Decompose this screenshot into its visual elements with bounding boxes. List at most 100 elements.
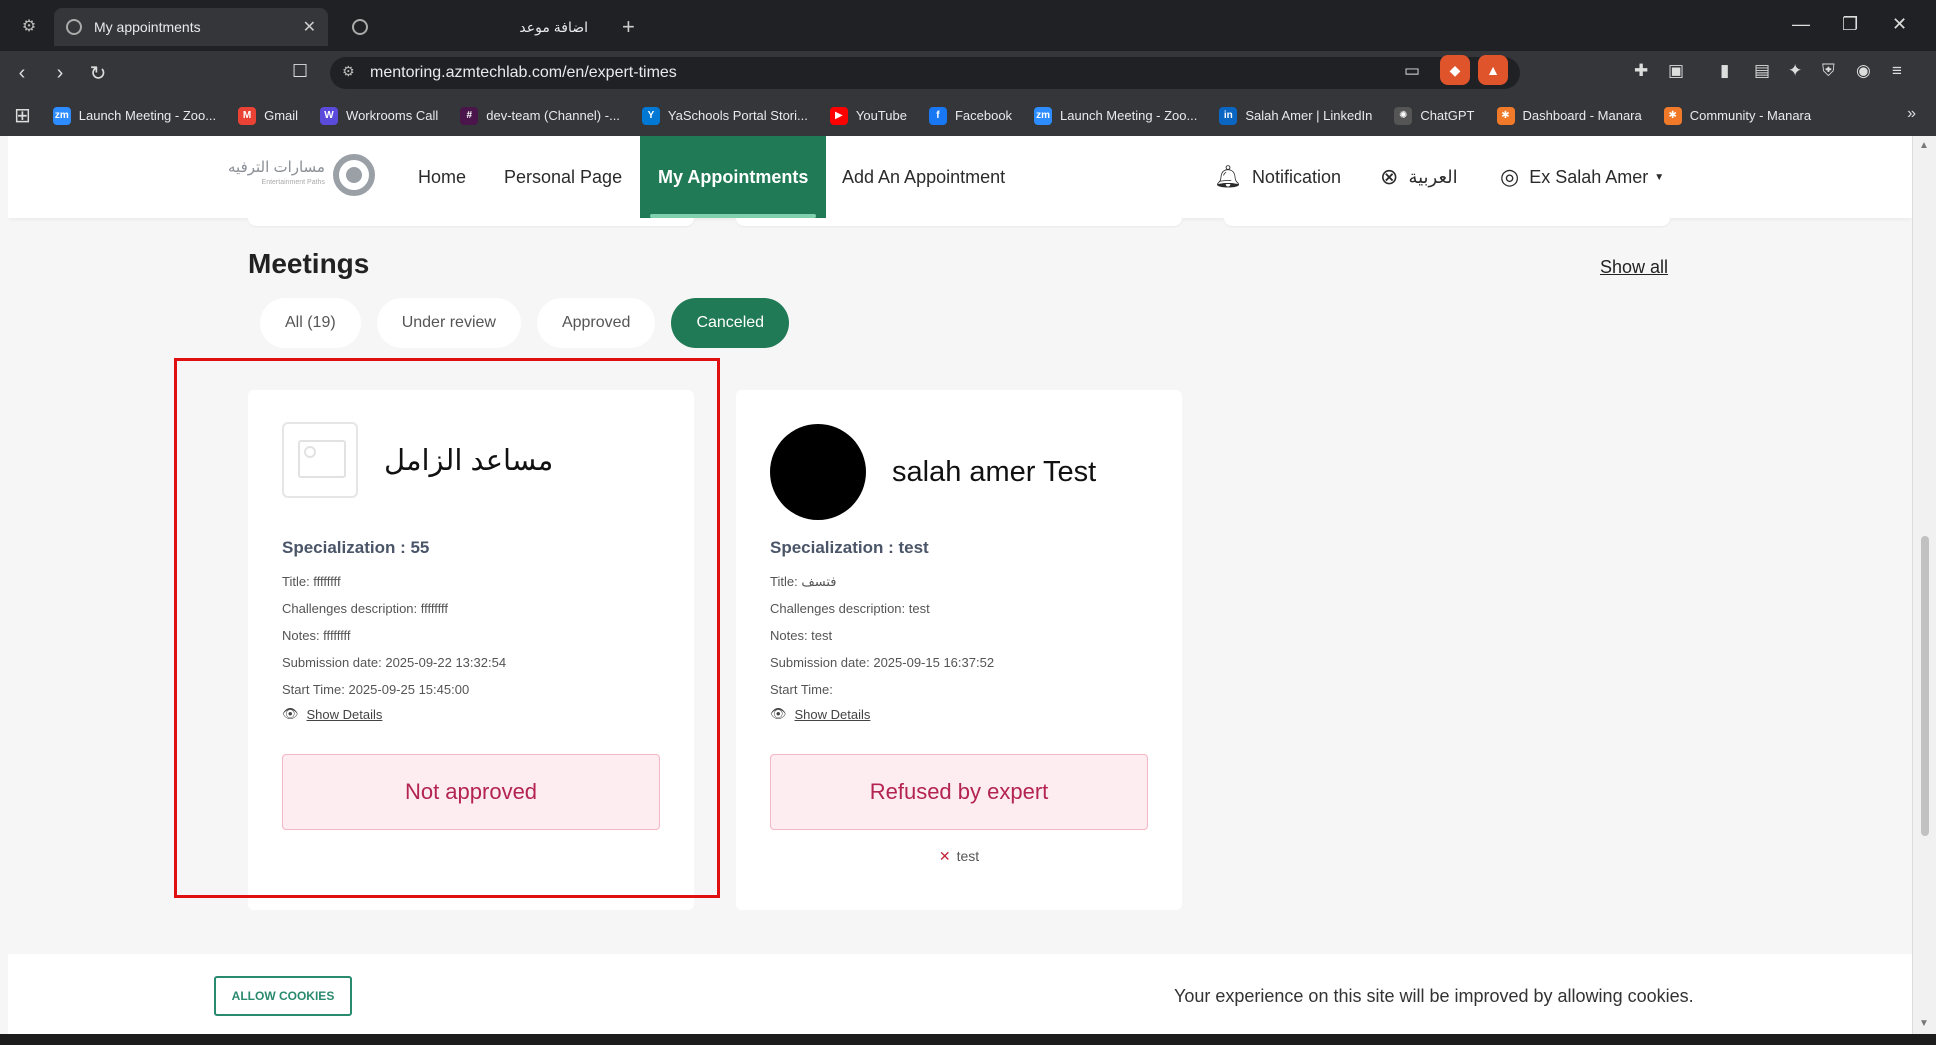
cookie-banner: ALLOW COOKIES Your experience on this si… (8, 954, 1912, 1034)
browser-chrome: ⚙ My appointments ✕ اضافة موعد + — ❐ ✕ ‹… (0, 0, 1936, 136)
translate-icon: ⊗ (1380, 164, 1399, 189)
meeting-card: salah amer Test Specialization : test Ti… (736, 390, 1182, 910)
close-tab-icon[interactable]: ✕ (303, 17, 316, 37)
page-content: مسارات الترفيه Entertainment Paths Home … (8, 136, 1912, 1034)
logo-subtext: Entertainment Paths (261, 179, 325, 186)
scrollbar-thumb[interactable] (1921, 536, 1929, 836)
nav-personal-page[interactable]: Personal Page (504, 136, 622, 218)
show-details-link[interactable]: 👁︎ Show Details (770, 706, 870, 722)
leo-ai-icon[interactable]: ✦ (1788, 61, 1802, 81)
nav-add-appointment[interactable]: Add An Appointment (842, 136, 1005, 218)
challenges-description: Challenges description: test (770, 601, 930, 616)
expert-name: مساعد الزامل (384, 444, 554, 477)
wallet-icon[interactable]: ▤ (1754, 61, 1770, 81)
more-bookmarks-icon[interactable]: » (1907, 105, 1916, 123)
status-badge: Not approved (282, 754, 660, 830)
challenges-description: Challenges description: ffffffff (282, 601, 448, 616)
nav-home[interactable]: Home (418, 136, 466, 218)
scroll-up-icon[interactable]: ▲ (1919, 140, 1929, 151)
bookmark-favicon-icon: Y (641, 106, 660, 125)
bookmark-item[interactable]: ▶ YouTube (829, 106, 907, 125)
expert-name: salah amer Test (892, 455, 1097, 488)
brave-rewards-icon[interactable]: ▲ (1478, 55, 1508, 85)
bookmark-label: Gmail (264, 108, 299, 123)
site-favicon-icon (352, 19, 368, 35)
new-tab-icon[interactable]: + (622, 14, 635, 40)
bookmark-label: Dashboard - Manara (1522, 108, 1642, 123)
user-name: Ex Salah Amer (1529, 166, 1649, 187)
caret-down-icon: ▼ (1654, 171, 1665, 183)
meeting-card: مساعد الزامل Specialization : 55 Title: … (248, 390, 694, 910)
filter-under-review[interactable]: Under review (376, 298, 521, 348)
refusal-reason-text: test (956, 848, 980, 864)
bookmark-item[interactable]: zm Launch Meeting - Zoo... (1034, 106, 1197, 125)
user-menu[interactable]: ◎ Ex Salah Amer ▼ (1500, 136, 1664, 218)
allow-cookies-button[interactable]: ALLOW COOKIES (214, 976, 352, 1016)
bookmark-item[interactable]: Y YaSchools Portal Stori... (641, 106, 808, 125)
bookmark-icon[interactable]: ☐ (292, 61, 308, 82)
vpn-icon[interactable]: ⛨ (1822, 61, 1835, 81)
bookmark-label: Workrooms Call (346, 108, 439, 123)
os-taskbar (0, 1034, 1936, 1045)
bookmark-item[interactable]: M Gmail (238, 106, 299, 125)
tab-search-icon[interactable]: ⚙ (12, 9, 46, 43)
filter-approved[interactable]: Approved (536, 298, 656, 348)
logo-text: مسارات الترفيه (228, 159, 325, 176)
notification-label: Notification (1251, 166, 1341, 187)
apps-grid-icon[interactable]: ⊞ (14, 103, 31, 128)
forward-icon[interactable]: › (44, 62, 76, 85)
bookmark-item[interactable]: in Salah Amer | LinkedIn (1219, 106, 1372, 125)
filter-canceled[interactable]: Canceled (671, 298, 790, 348)
screenshot-icon[interactable]: ▣ (1668, 61, 1684, 81)
language-switch[interactable]: ⊗ العربية (1380, 136, 1458, 218)
reload-icon[interactable]: ↻ (82, 61, 114, 86)
start-time: Start Time: 2025-09-25 15:45:00 (282, 682, 470, 697)
profile-icon[interactable]: ◉ (1856, 61, 1871, 81)
refusal-reason: ✕ test (736, 848, 1182, 865)
minimize-icon[interactable]: — (1792, 14, 1810, 35)
submission-date: Submission date: 2025-09-15 16:37:52 (770, 655, 995, 670)
bookmark-item[interactable]: ✱ Community - Manara (1663, 106, 1811, 125)
bookmark-item[interactable]: ✱ Dashboard - Manara (1496, 106, 1642, 125)
bookmark-favicon-icon: zm (1034, 106, 1053, 125)
bookmark-item[interactable]: zm Launch Meeting - Zoo... (52, 106, 216, 125)
bookmark-label: Facebook (954, 108, 1013, 123)
address-bar[interactable]: ⚙ mentoring.azmtechlab.com/en/expert-tim… (330, 57, 1520, 89)
x-icon: ✕ (938, 848, 951, 864)
bookmark-item[interactable]: W Workrooms Call (320, 106, 439, 125)
logo-mark-icon (332, 154, 375, 196)
menu-icon[interactable]: ≡ (1892, 61, 1902, 81)
previous-card-edge (248, 218, 694, 226)
tab-my-appointments[interactable]: My appointments ✕ (54, 8, 328, 46)
bookmark-item[interactable]: ✺ ChatGPT (1394, 106, 1475, 125)
tab-bar: ⚙ My appointments ✕ اضافة موعد + — ❐ ✕ (0, 0, 1936, 51)
notification-link[interactable]: 🔔︎ Notification (1214, 136, 1341, 218)
brave-shield-icon[interactable]: ◆ (1440, 55, 1470, 85)
bookmark-item[interactable]: # dev-team (Channel) -... (460, 106, 620, 125)
close-window-icon[interactable]: ✕ (1892, 14, 1907, 35)
bookmark-item[interactable]: f Facebook (928, 106, 1013, 125)
avatar (770, 424, 866, 520)
back-icon[interactable]: ‹ (6, 62, 38, 85)
sidebar-icon[interactable]: ▮ (1720, 61, 1729, 81)
eye-icon: 👁︎ (770, 706, 787, 721)
extensions-icon[interactable]: ✚ (1634, 61, 1648, 81)
tab-add-appointment[interactable]: اضافة موعد (340, 8, 610, 46)
scroll-down-icon[interactable]: ▼ (1919, 1018, 1929, 1029)
show-details-label: Show Details (794, 706, 871, 722)
filter-all[interactable]: All (19) (260, 298, 361, 348)
meeting-title: Title: ffffffff (282, 574, 341, 589)
site-logo[interactable]: مسارات الترفيه Entertainment Paths (228, 154, 375, 196)
bookmark-favicon-icon: W (320, 106, 339, 125)
chatgpt-favicon-icon (66, 19, 82, 35)
nav-my-appointments[interactable]: My Appointments (640, 136, 827, 218)
cast-icon[interactable]: ▭ (1404, 61, 1420, 81)
meeting-filters: All (19) Under review Approved Canceled (260, 298, 805, 348)
show-details-link[interactable]: 👁︎ Show Details (282, 706, 382, 722)
bookmark-label: ChatGPT (1420, 108, 1475, 123)
show-all-link[interactable]: Show all (1600, 257, 1668, 278)
page-scrollbar[interactable]: ▲ ▼ (1912, 136, 1936, 1034)
bookmark-favicon-icon: ✺ (1394, 106, 1413, 125)
site-info-icon[interactable]: ⚙ (342, 63, 355, 80)
restore-icon[interactable]: ❐ (1842, 14, 1858, 35)
